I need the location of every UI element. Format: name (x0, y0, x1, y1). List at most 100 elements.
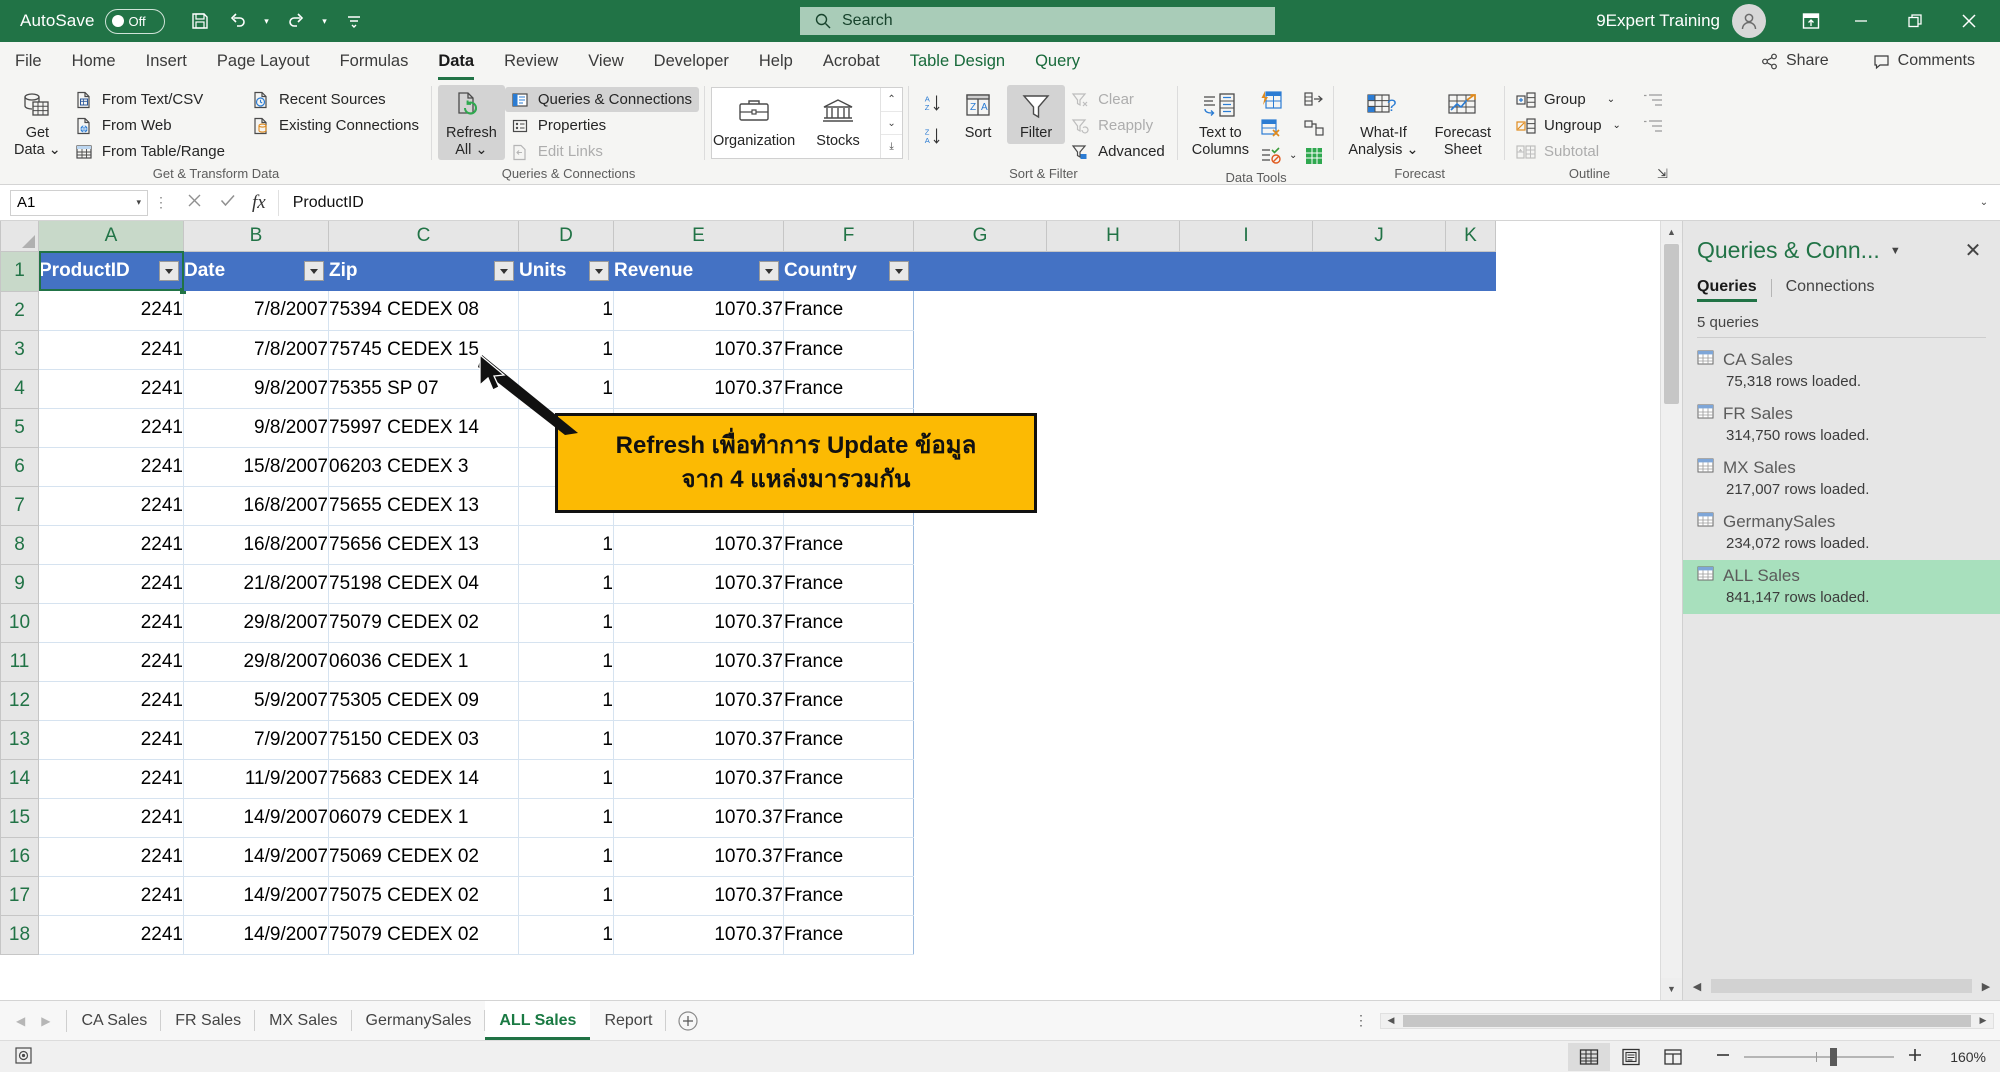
tab-developer[interactable]: Developer (639, 42, 744, 80)
zoom-slider[interactable] (1744, 1050, 1894, 1064)
cell-f14[interactable]: France (784, 759, 914, 798)
filter-button[interactable]: Filter (1007, 85, 1065, 144)
cell-f4[interactable]: France (784, 369, 914, 408)
cell-j4[interactable] (1313, 369, 1446, 408)
get-data-dropdown-icon[interactable]: ⌄ (49, 142, 61, 158)
cell-k14[interactable] (1446, 759, 1496, 798)
search-box[interactable]: Search (800, 7, 1275, 35)
cell-d15[interactable]: 1 (519, 798, 614, 837)
cell-a10[interactable]: 2241 (39, 603, 184, 642)
sheet-tab-all-sales[interactable]: ALL Sales (485, 1001, 590, 1040)
cell-j7[interactable] (1313, 486, 1446, 525)
cell-k7[interactable] (1446, 486, 1496, 525)
filter-dropdown-productid-icon[interactable] (159, 261, 179, 281)
cell-d13[interactable]: 1 (519, 720, 614, 759)
sort-ascending-button[interactable]: AZ (919, 91, 949, 116)
cell-i3[interactable] (1180, 330, 1313, 369)
cell-k17[interactable] (1446, 876, 1496, 915)
cell-h15[interactable] (1047, 798, 1180, 837)
cell-h7[interactable] (1047, 486, 1180, 525)
cell-e15[interactable]: 1070.37 (614, 798, 784, 837)
list-item[interactable]: MX Sales 217,007 rows loaded. (1683, 452, 2000, 506)
tab-data[interactable]: Data (423, 42, 489, 80)
cell-c13[interactable]: 75150 CEDEX 03 (329, 720, 519, 759)
cell-g10[interactable] (914, 603, 1047, 642)
save-icon[interactable] (183, 6, 217, 36)
cell-c16[interactable]: 75069 CEDEX 02 (329, 837, 519, 876)
ribbon-display-options-icon[interactable] (1788, 4, 1834, 38)
cell-j15[interactable] (1313, 798, 1446, 837)
queries-scroll-thumb[interactable] (1711, 979, 1972, 993)
vertical-scrollbar[interactable]: ▲ ▼ (1660, 221, 1682, 1000)
cell-j1[interactable] (1313, 251, 1446, 291)
cell-d14[interactable]: 1 (519, 759, 614, 798)
gallery-scroll-down-icon[interactable]: ⌄ (881, 112, 902, 136)
show-detail-button[interactable] (1638, 87, 1668, 112)
cell-j5[interactable] (1313, 408, 1446, 447)
cell-h13[interactable] (1047, 720, 1180, 759)
cell-i17[interactable] (1180, 876, 1313, 915)
row-header-8[interactable]: 8 (1, 525, 39, 564)
row-header-7[interactable]: 7 (1, 486, 39, 525)
tab-acrobat[interactable]: Acrobat (808, 42, 895, 80)
formula-input[interactable]: ProductID (278, 190, 1972, 216)
cell-j6[interactable] (1313, 447, 1446, 486)
autosave-control[interactable]: AutoSave Off (20, 9, 165, 34)
cell-i13[interactable] (1180, 720, 1313, 759)
cell-e11[interactable]: 1070.37 (614, 642, 784, 681)
restore-icon[interactable] (1888, 0, 1942, 42)
cell-h1[interactable] (1047, 251, 1180, 291)
cell-k4[interactable] (1446, 369, 1496, 408)
cell-c8[interactable]: 75656 CEDEX 13 (329, 525, 519, 564)
cell-i12[interactable] (1180, 681, 1313, 720)
list-item[interactable]: FR Sales 314,750 rows loaded. (1683, 398, 2000, 452)
cell-f2[interactable]: France (784, 291, 914, 330)
cell-a17[interactable]: 2241 (39, 876, 184, 915)
cell-b10[interactable]: 29/8/2007 (184, 603, 329, 642)
cell-b1[interactable]: Date (184, 251, 329, 291)
consolidate-button[interactable] (1300, 87, 1328, 112)
cell-i6[interactable] (1180, 447, 1313, 486)
data-type-organization[interactable]: Organization (712, 88, 796, 158)
cell-f18[interactable]: France (784, 915, 914, 954)
cell-d4[interactable]: 1 (519, 369, 614, 408)
cell-j18[interactable] (1313, 915, 1446, 954)
vertical-scroll-track[interactable] (1661, 405, 1682, 978)
zoom-out-icon[interactable] (1714, 1046, 1732, 1067)
cell-h9[interactable] (1047, 564, 1180, 603)
customize-qat-icon[interactable] (337, 6, 371, 36)
cell-h4[interactable] (1047, 369, 1180, 408)
cell-j9[interactable] (1313, 564, 1446, 603)
cell-g18[interactable] (914, 915, 1047, 954)
queries-scroll-left-icon[interactable]: ◀ (1687, 980, 1707, 993)
redo-dropdown-icon[interactable]: ▾ (317, 6, 333, 36)
cell-b3[interactable]: 7/8/2007 (184, 330, 329, 369)
column-header-d[interactable]: D (519, 221, 614, 251)
sheet-tab-report[interactable]: Report (590, 1001, 666, 1040)
row-header-17[interactable]: 17 (1, 876, 39, 915)
cell-f15[interactable]: France (784, 798, 914, 837)
cell-e10[interactable]: 1070.37 (614, 603, 784, 642)
filter-dropdown-date-icon[interactable] (304, 261, 324, 281)
cell-k18[interactable] (1446, 915, 1496, 954)
worksheet-grid[interactable]: A B C D E F G H I J K (0, 221, 1682, 1000)
cell-e3[interactable]: 1070.37 (614, 330, 784, 369)
cell-j17[interactable] (1313, 876, 1446, 915)
cell-g16[interactable] (914, 837, 1047, 876)
from-web-button[interactable]: From Web (69, 113, 232, 138)
row-header-3[interactable]: 3 (1, 330, 39, 369)
row-header-5[interactable]: 5 (1, 408, 39, 447)
cell-k16[interactable] (1446, 837, 1496, 876)
cell-i4[interactable] (1180, 369, 1313, 408)
cell-i7[interactable] (1180, 486, 1313, 525)
cell-a16[interactable]: 2241 (39, 837, 184, 876)
cell-g12[interactable] (914, 681, 1047, 720)
close-icon[interactable] (1942, 0, 1996, 42)
formula-bar-drag-handle[interactable]: ⋮ (148, 194, 174, 211)
sheet-tab-germanysales[interactable]: GermanySales (352, 1001, 486, 1040)
cell-b5[interactable]: 9/8/2007 (184, 408, 329, 447)
cell-k15[interactable] (1446, 798, 1496, 837)
normal-view-icon[interactable] (1568, 1043, 1610, 1071)
existing-connections-button[interactable]: Existing Connections (246, 113, 426, 138)
cell-g4[interactable] (914, 369, 1047, 408)
